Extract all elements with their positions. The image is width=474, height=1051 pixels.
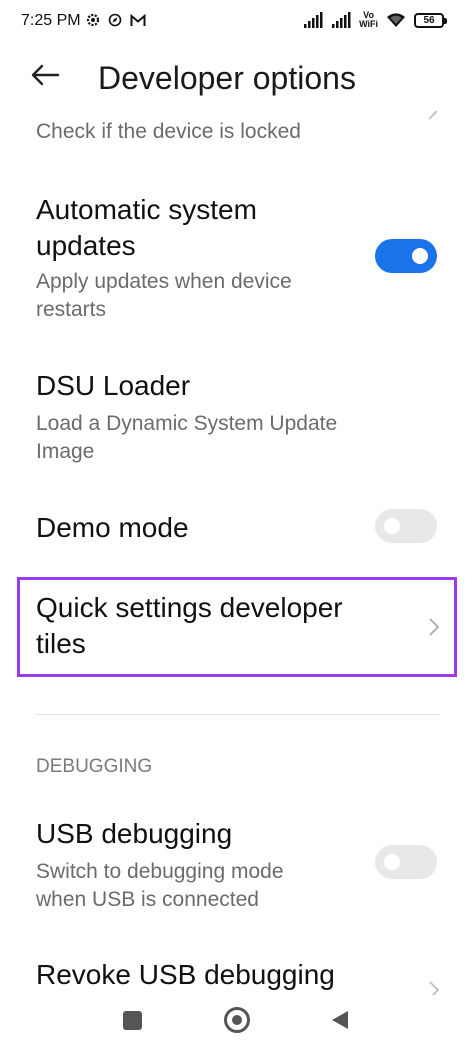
home-dot <box>232 1015 242 1025</box>
status-left-icons <box>86 13 146 27</box>
signal-icon <box>331 12 351 28</box>
toggle-knob <box>384 518 400 534</box>
section-header-debugging: DEBUGGING <box>36 756 153 777</box>
toggle-knob <box>384 854 400 870</box>
usb-debugging-title: USB debugging <box>36 818 233 849</box>
auto-updates-sub-line2: restarts <box>36 298 107 321</box>
setting-item-revoke-usb-debugging[interactable]: Revoke USB debugging <box>0 957 474 999</box>
arrow-left-icon <box>30 64 60 91</box>
divider <box>36 714 440 715</box>
volte-wifi-icon: Vo WiFi <box>359 11 378 29</box>
gear-icon <box>86 13 100 27</box>
usb-debugging-sub-line2: when USB is connected <box>36 888 259 911</box>
status-bar: 7:25 PM Vo WiFi 56 <box>0 0 474 46</box>
setting-item-quick-settings-tiles[interactable]: Quick settings developer tiles <box>0 590 474 666</box>
back-triangle-icon[interactable] <box>330 1009 350 1036</box>
usb-debugging-toggle[interactable] <box>375 845 437 879</box>
setting-item-device-locked[interactable]: Check if the device is locked <box>0 108 474 158</box>
device-locked-subtitle: Check if the device is locked <box>36 120 301 143</box>
edit-hint-icon <box>426 108 440 122</box>
home-circle-icon[interactable] <box>224 1007 250 1033</box>
compass-icon <box>108 13 122 27</box>
usb-debugging-sub-line1: Switch to debugging mode <box>36 860 284 883</box>
auto-updates-title-line2: updates <box>36 230 136 261</box>
toggle-knob <box>412 248 428 264</box>
volte-line2: WiFi <box>359 19 378 29</box>
status-right-icons: Vo WiFi 56 <box>303 11 447 29</box>
setting-item-dsu-loader[interactable]: DSU Loader Load a Dynamic System Update … <box>0 368 474 468</box>
quick-settings-title-line2: tiles <box>36 628 86 659</box>
dsu-loader-title: DSU Loader <box>36 370 191 401</box>
signal-icon <box>303 12 323 28</box>
battery-icon: 56 <box>414 12 447 28</box>
auto-updates-toggle[interactable] <box>375 239 437 273</box>
setting-item-auto-updates[interactable]: Automatic system updates Apply updates w… <box>0 190 474 330</box>
dsu-loader-sub-line1: Load a Dynamic System Update <box>36 412 338 435</box>
chevron-right-icon <box>426 616 442 638</box>
back-button[interactable] <box>30 62 70 92</box>
demo-mode-toggle[interactable] <box>375 509 437 543</box>
setting-item-demo-mode[interactable]: Demo mode <box>0 500 474 560</box>
wifi-icon <box>386 12 406 28</box>
page-title: Developer options <box>98 60 356 96</box>
gmail-icon <box>130 13 146 27</box>
recents-square-icon[interactable] <box>123 1011 142 1030</box>
navigation-bar <box>0 995 474 1051</box>
dsu-loader-sub-line2: Image <box>36 440 95 463</box>
app-bar: Developer options <box>0 46 474 116</box>
setting-item-usb-debugging[interactable]: USB debugging Switch to debugging mode w… <box>0 816 474 916</box>
auto-updates-sub-line1: Apply updates when device <box>36 270 292 293</box>
battery-level: 56 <box>423 14 435 26</box>
demo-mode-title: Demo mode <box>36 512 189 543</box>
auto-updates-title-line1: Automatic system <box>36 194 257 225</box>
status-time: 7:25 PM <box>21 12 81 29</box>
revoke-usb-debugging-title: Revoke USB debugging <box>36 959 335 990</box>
quick-settings-title-line1: Quick settings developer <box>36 592 343 623</box>
